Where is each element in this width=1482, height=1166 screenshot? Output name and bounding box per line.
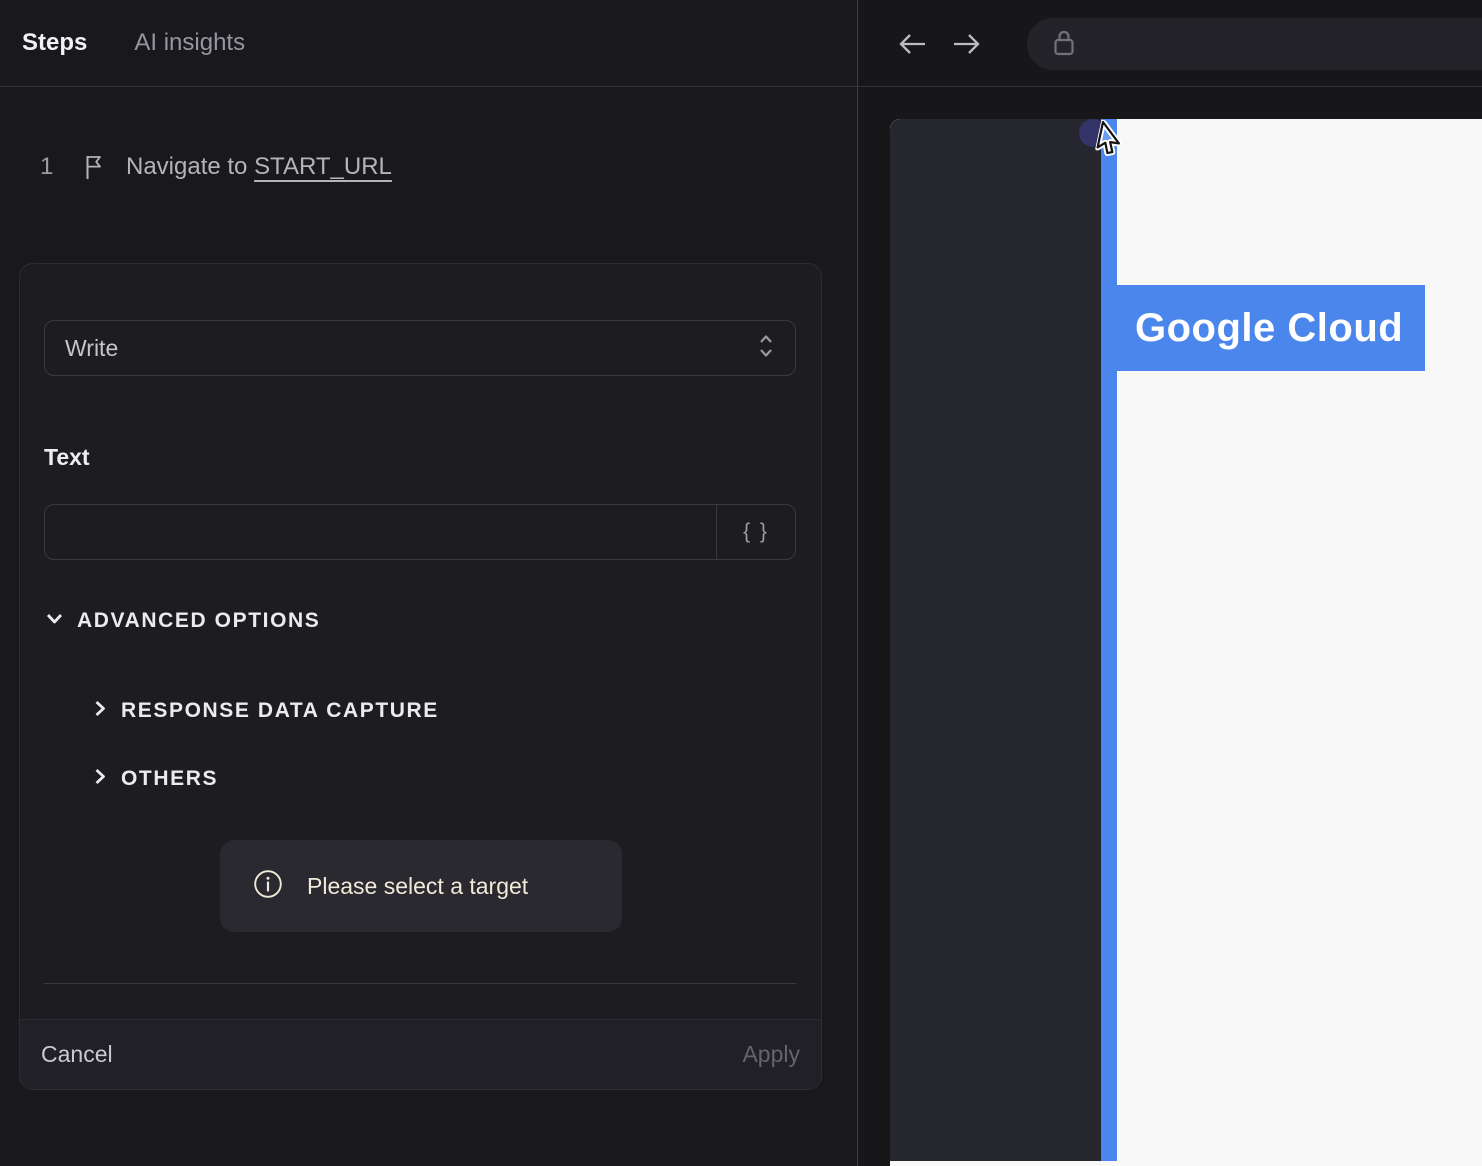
others-toggle[interactable]: OTHERS: [91, 766, 218, 792]
highlight-bar: [1101, 119, 1117, 1161]
chevron-down-icon: [44, 608, 65, 634]
url-bar[interactable]: [1027, 18, 1482, 70]
page-viewport[interactable]: Google Cloud: [890, 119, 1482, 1166]
forward-arrow-icon[interactable]: [951, 0, 983, 87]
google-cloud-label: Google Cloud: [1135, 305, 1404, 350]
editor-footer: Cancel Apply: [20, 1019, 821, 1089]
step-row[interactable]: 1 Navigate to START_URL: [0, 140, 857, 314]
apply-button[interactable]: Apply: [742, 1041, 800, 1068]
step-editor-card: Write Text { } ADVANCED OPTIONS RESPONSE…: [19, 263, 822, 1090]
app-root: Steps AI insights 1 Navigate to START_UR…: [0, 0, 1482, 1166]
info-icon: [253, 869, 283, 904]
text-field-group: { }: [44, 504, 796, 560]
select-target-notice: Please select a target: [220, 840, 622, 932]
steps-panel-header: Steps AI insights: [0, 0, 857, 87]
action-select[interactable]: Write: [44, 320, 796, 376]
chevron-updown-icon: [757, 333, 775, 364]
google-cloud-element[interactable]: Google Cloud: [1117, 285, 1425, 371]
chevron-right-icon: [91, 698, 109, 724]
select-target-notice-text: Please select a target: [307, 872, 529, 899]
expression-braces-button[interactable]: { }: [716, 505, 795, 559]
text-input[interactable]: [45, 505, 716, 559]
tab-steps[interactable]: Steps: [22, 29, 87, 57]
start-url-link[interactable]: START_URL: [254, 153, 392, 180]
response-data-capture-label: RESPONSE DATA CAPTURE: [121, 699, 439, 722]
flag-icon: [84, 154, 104, 180]
lock-icon: [1051, 27, 1077, 62]
step-number: 1: [40, 153, 54, 180]
advanced-options-toggle[interactable]: ADVANCED OPTIONS: [44, 608, 320, 634]
others-label: OTHERS: [121, 767, 219, 790]
step-title: Navigate to START_URL: [126, 153, 392, 180]
action-select-value: Write: [65, 334, 119, 361]
footer-divider: [44, 983, 796, 984]
text-field-label: Text: [44, 444, 90, 470]
advanced-options-label: ADVANCED OPTIONS: [77, 609, 321, 632]
page-dark-sidebar: [890, 119, 1101, 1161]
cancel-button[interactable]: Cancel: [41, 1041, 113, 1068]
response-data-capture-toggle[interactable]: RESPONSE DATA CAPTURE: [91, 698, 439, 724]
chevron-right-icon: [91, 766, 109, 792]
browser-preview-panel: Google Cloud: [858, 0, 1482, 1166]
back-arrow-icon[interactable]: [896, 0, 928, 87]
tab-ai-insights[interactable]: AI insights: [134, 29, 245, 57]
browser-toolbar: [858, 0, 1482, 87]
